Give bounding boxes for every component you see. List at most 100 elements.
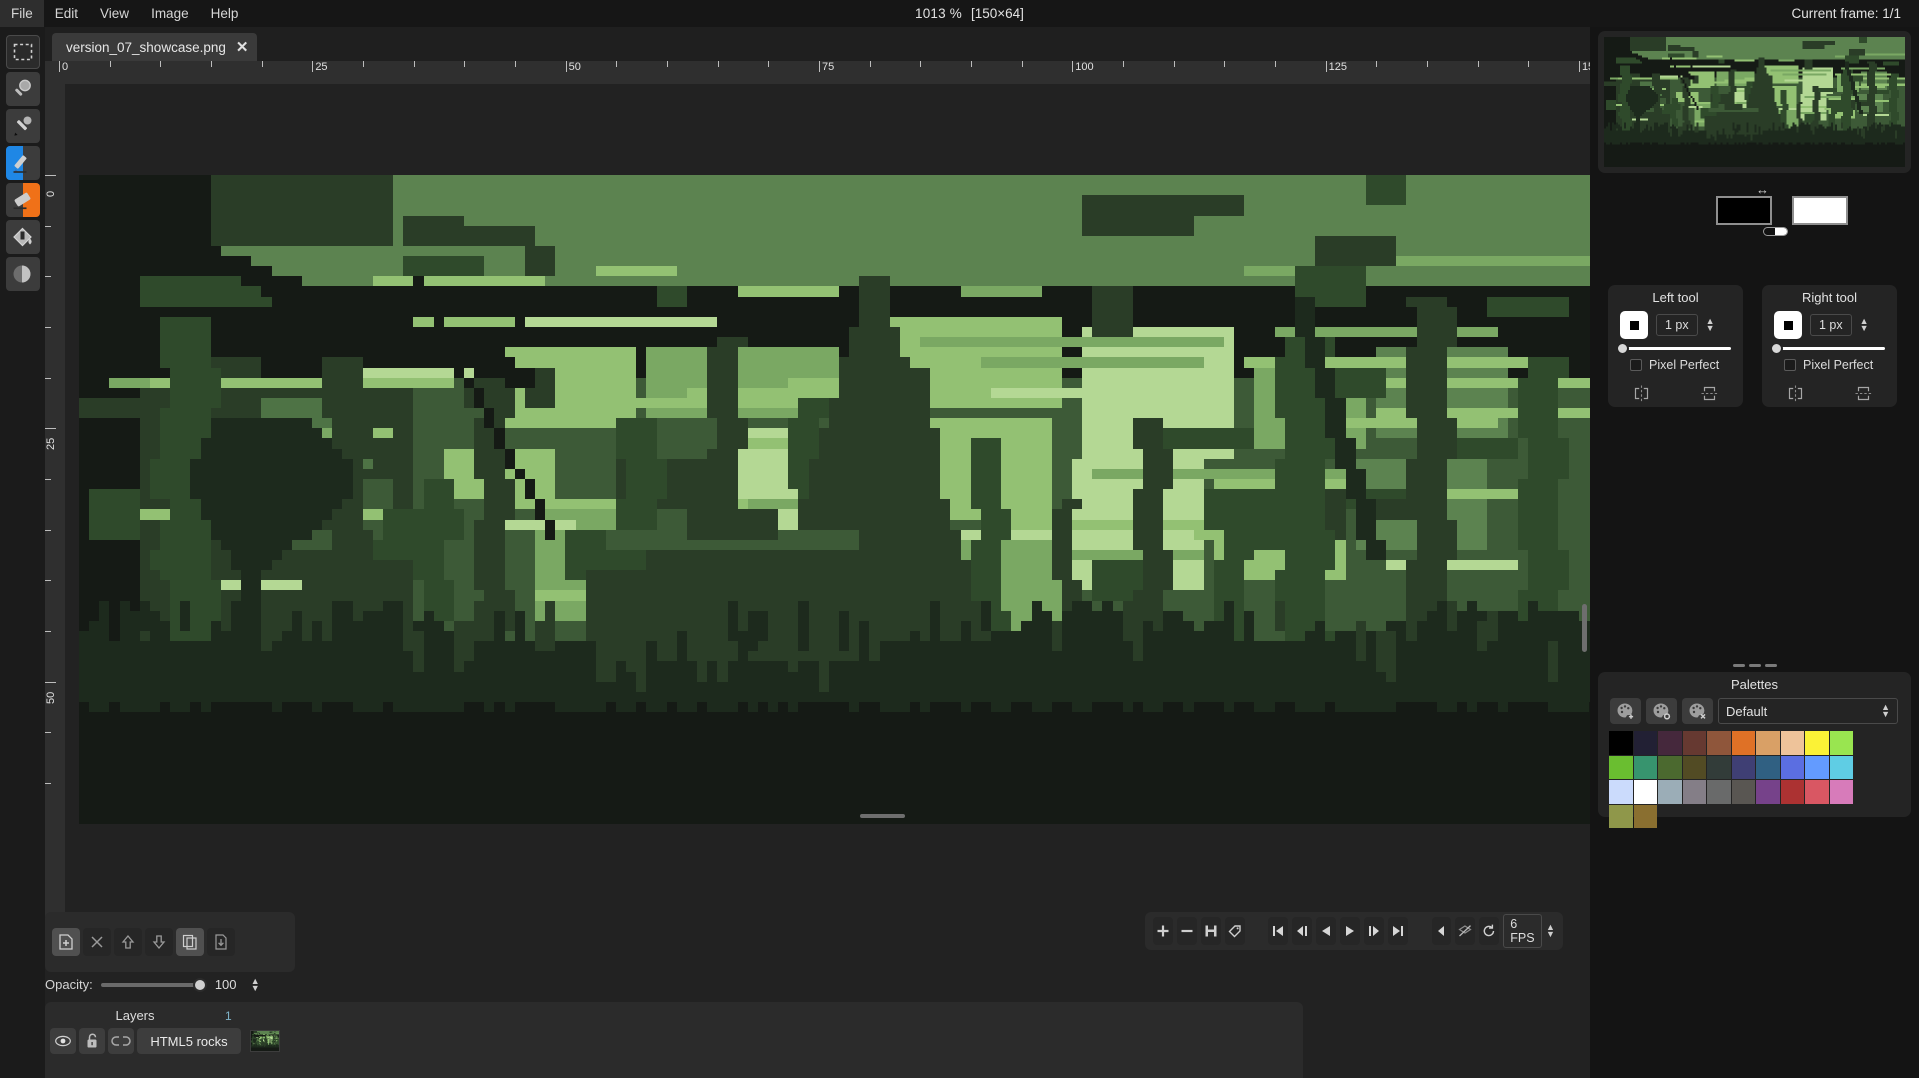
secondary-color-swatch[interactable] [1792,196,1848,225]
delete-palette-button[interactable] [1682,698,1713,724]
palette-color-2[interactable] [1658,731,1682,755]
opacity-slider[interactable] [101,983,201,987]
right-size-slider[interactable] [1776,347,1885,350]
palette-color-12[interactable] [1658,756,1682,780]
left-size-slider-knob[interactable] [1616,342,1629,355]
alpha-toggle[interactable] [1763,227,1788,236]
right-pixel-perfect-row[interactable]: Pixel Perfect [1762,350,1897,372]
duplicate-layer-button[interactable] [176,928,204,956]
palette-color-23[interactable] [1683,780,1707,804]
palette-color-31[interactable] [1634,805,1658,829]
right-pixel-perfect-checkbox[interactable] [1784,359,1796,371]
palette-color-30[interactable] [1609,805,1633,829]
left-size-slider[interactable] [1622,347,1731,350]
unlock-icon[interactable] [79,1028,105,1054]
opacity-slider-knob[interactable] [193,978,207,992]
right-brush-stepper[interactable]: ▲▼ [1860,318,1869,332]
palette-color-5[interactable] [1732,731,1756,755]
palette-color-3[interactable] [1683,731,1707,755]
palette-color-7[interactable] [1781,731,1805,755]
mirror-horizontal-icon[interactable] [1632,384,1651,406]
add-layer-button[interactable] [52,928,80,956]
menu-view[interactable]: View [89,0,140,27]
palette-select[interactable]: Default ▲▼ [1718,698,1898,724]
palette-color-17[interactable] [1781,756,1805,780]
add-frame-button[interactable] [1153,917,1173,945]
left-brush-size[interactable]: 1 px [1656,314,1698,336]
remove-frame-button[interactable] [1177,917,1197,945]
palette-color-22[interactable] [1658,780,1682,804]
palette-color-6[interactable] [1756,731,1780,755]
fps-stepper[interactable]: ▲▼ [1546,924,1555,938]
palette-color-4[interactable] [1707,731,1731,755]
palette-color-14[interactable] [1707,756,1731,780]
palette-color-28[interactable] [1805,780,1829,804]
new-palette-button[interactable] [1610,698,1641,724]
pencil-tool[interactable] [6,146,40,180]
tag-frame-button[interactable] [1225,917,1245,945]
panel-resize-grip[interactable] [1733,664,1777,667]
horizontal-scrollbar[interactable] [860,814,905,818]
zoom-tool[interactable] [6,72,40,106]
palette-color-15[interactable] [1732,756,1756,780]
pixel-art-canvas[interactable] [79,175,1590,824]
menu-file[interactable]: File [0,0,44,27]
menu-image[interactable]: Image [140,0,200,27]
palette-color-19[interactable] [1830,756,1854,780]
palette-color-16[interactable] [1756,756,1780,780]
primary-color-swatch[interactable] [1716,196,1772,225]
palette-color-27[interactable] [1781,780,1805,804]
edit-palette-button[interactable] [1646,698,1677,724]
left-pixel-perfect-row[interactable]: Pixel Perfect [1608,350,1743,372]
bucket-fill-tool[interactable] [6,220,40,254]
palette-color-1[interactable] [1634,731,1658,755]
onion-skin-prev-button[interactable] [1432,917,1452,945]
palette-color-21[interactable] [1634,780,1658,804]
move-layer-up-button[interactable] [114,928,142,956]
mirror-vertical-icon[interactable] [1854,384,1873,406]
eyedropper-tool[interactable] [6,109,40,143]
left-brush-preview[interactable] [1620,311,1648,339]
document-tab[interactable]: version_07_showcase.png ✕ [52,33,257,61]
table-row[interactable]: HTML5 rocks [45,1024,1303,1058]
next-frame-button[interactable] [1364,917,1384,945]
layer-name-field[interactable]: HTML5 rocks [137,1028,241,1054]
previous-frame-button[interactable] [1292,917,1312,945]
palette-color-24[interactable] [1707,780,1731,804]
palette-color-18[interactable] [1805,756,1829,780]
delete-layer-button[interactable] [83,928,111,956]
link-icon[interactable] [108,1028,134,1054]
mirror-horizontal-icon[interactable] [1786,384,1805,406]
close-icon[interactable]: ✕ [236,40,249,55]
artboard-viewport[interactable] [65,84,1590,964]
palette-color-0[interactable] [1609,731,1633,755]
eye-icon[interactable] [50,1028,76,1054]
left-brush-stepper[interactable]: ▲▼ [1706,318,1715,332]
palette-color-29[interactable] [1830,780,1854,804]
menu-edit[interactable]: Edit [44,0,89,27]
merge-layer-down-button[interactable] [207,928,235,956]
left-pixel-perfect-checkbox[interactable] [1630,359,1642,371]
palette-color-11[interactable] [1634,756,1658,780]
go-to-last-frame-button[interactable] [1388,917,1408,945]
right-brush-size[interactable]: 1 px [1810,314,1852,336]
shading-tool[interactable] [6,257,40,291]
right-brush-preview[interactable] [1774,311,1802,339]
eraser-tool[interactable] [6,183,40,217]
right-size-slider-knob[interactable] [1770,342,1783,355]
palette-color-25[interactable] [1732,780,1756,804]
palette-color-10[interactable] [1609,756,1633,780]
palette-color-8[interactable] [1805,731,1829,755]
copy-frame-button[interactable] [1201,917,1221,945]
loop-button[interactable] [1479,917,1499,945]
mirror-vertical-icon[interactable] [1700,384,1719,406]
go-to-first-frame-button[interactable] [1268,917,1288,945]
onion-skin-toggle-button[interactable] [1455,917,1475,945]
play-reverse-button[interactable] [1316,917,1336,945]
move-layer-down-button[interactable] [145,928,173,956]
fps-value[interactable]: 6 FPS [1503,914,1542,948]
palette-color-9[interactable] [1830,731,1854,755]
layer-thumbnail[interactable] [250,1030,280,1052]
vertical-scrollbar[interactable] [1582,604,1587,652]
palette-color-26[interactable] [1756,780,1780,804]
